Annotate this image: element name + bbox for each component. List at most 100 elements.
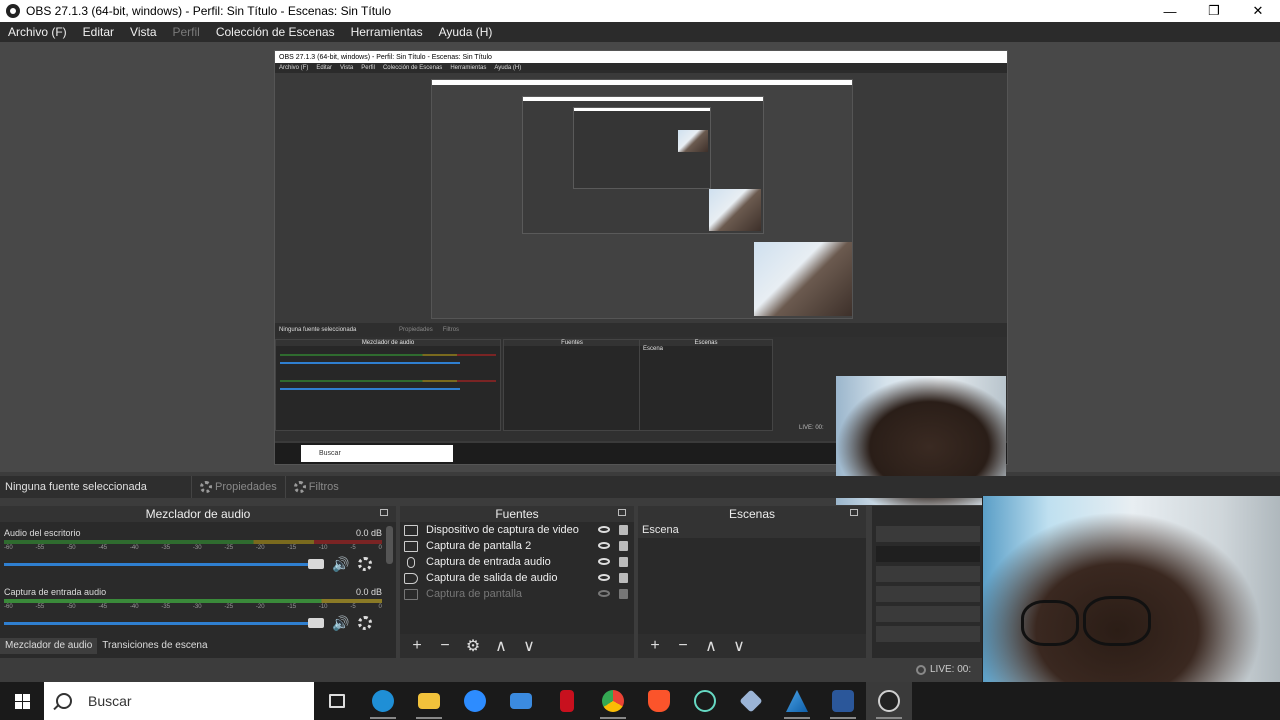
gear-icon[interactable] <box>358 557 372 571</box>
task-view-button[interactable] <box>314 682 360 720</box>
mail-button[interactable] <box>498 682 544 720</box>
move-up-button[interactable]: ∧ <box>700 636 722 656</box>
control-button[interactable] <box>876 586 980 602</box>
move-down-button[interactable]: ∨ <box>728 636 750 656</box>
control-button[interactable] <box>876 526 980 542</box>
control-button[interactable] <box>876 606 980 622</box>
scene-item[interactable]: Escena <box>638 522 866 538</box>
virtualbox-button[interactable] <box>728 682 774 720</box>
source-item[interactable]: Captura de entrada audio <box>400 554 634 570</box>
filters-button[interactable]: Filtros <box>284 476 347 498</box>
nested-sources-title: Fuentes <box>504 340 640 346</box>
menu-archivo[interactable]: Archivo (F) <box>0 25 75 39</box>
source-item[interactable]: Dispositivo de captura de video <box>400 522 634 538</box>
edge-button[interactable] <box>360 682 406 720</box>
speaker-icon[interactable]: 🔊 <box>332 616 350 630</box>
tab-audio-mixer[interactable]: Mezclador de audio <box>0 638 98 654</box>
mixer-channel-desktop: Audio del escritorio 0.0 dB -60 -55 -50 -45… <box>4 528 382 572</box>
tick: 0 <box>378 604 382 610</box>
float-dock-icon[interactable] <box>850 509 858 516</box>
move-up-button[interactable]: ∧ <box>490 636 512 656</box>
control-button[interactable] <box>876 546 980 562</box>
eye-icon[interactable] <box>598 542 610 549</box>
add-source-button[interactable]: + <box>406 637 428 655</box>
remove-scene-button[interactable]: − <box>672 637 694 655</box>
tick: -20 <box>255 545 265 551</box>
menu-editar[interactable]: Editar <box>75 25 122 39</box>
minimize-button[interactable]: — <box>1148 4 1192 19</box>
restore-button[interactable]: ❐ <box>1192 3 1236 19</box>
float-dock-icon[interactable] <box>618 509 626 516</box>
channel-name: Captura de entrada audio <box>4 587 107 597</box>
control-button[interactable] <box>876 566 980 582</box>
source-item[interactable]: Captura de pantalla 2 <box>400 538 634 554</box>
menu-coleccion-escenas[interactable]: Colección de Escenas <box>208 25 343 39</box>
eye-hidden-icon[interactable] <box>598 590 610 597</box>
control-button[interactable] <box>876 626 980 642</box>
search-icon <box>56 693 72 709</box>
taskbar-search[interactable]: Buscar <box>44 682 314 720</box>
window-title-bar: OBS 27.1.3 (64-bit, windows) - Perfil: S… <box>0 0 1280 22</box>
preview-canvas[interactable]: OBS 27.1.3 (64-bit, windows) - Perfil: S… <box>0 42 1280 505</box>
window-title: OBS 27.1.3 (64-bit, windows) - Perfil: S… <box>26 4 392 18</box>
menu-ayuda[interactable]: Ayuda (H) <box>431 25 501 39</box>
slider-handle[interactable] <box>308 617 324 628</box>
glasses-right <box>1083 596 1151 646</box>
eye-icon[interactable] <box>598 558 610 565</box>
eye-icon[interactable] <box>598 526 610 533</box>
lock-icon[interactable] <box>619 573 628 583</box>
nested-scene-item: Escena <box>643 346 664 352</box>
file-explorer-button[interactable] <box>406 682 452 720</box>
volume-slider[interactable] <box>4 617 324 628</box>
source-item[interactable]: Captura de pantalla <box>400 586 634 602</box>
zoom-button[interactable] <box>452 682 498 720</box>
mixer-scrollbar[interactable] <box>386 526 393 564</box>
zoom-icon <box>464 690 486 712</box>
nested-mixer-title: Mezclador de audio <box>276 340 500 346</box>
menu-herramientas[interactable]: Herramientas <box>343 25 431 39</box>
menu-perfil[interactable]: Perfil <box>165 25 208 39</box>
speaker-icon[interactable]: 🔊 <box>332 557 350 571</box>
obs-button[interactable] <box>866 682 912 720</box>
close-button[interactable]: ✕ <box>1236 3 1280 19</box>
netflix-button[interactable] <box>544 682 590 720</box>
atom-button[interactable] <box>682 682 728 720</box>
lock-icon[interactable] <box>619 589 628 599</box>
tick: -15 <box>287 604 297 610</box>
volume-slider[interactable] <box>4 558 324 569</box>
lock-icon[interactable] <box>619 541 628 551</box>
move-down-button[interactable]: ∨ <box>518 636 540 656</box>
gear-icon[interactable] <box>358 616 372 630</box>
lock-icon[interactable] <box>619 525 628 535</box>
eye-icon[interactable] <box>598 574 610 581</box>
nested-menu-item: Editar <box>316 65 333 71</box>
channel-name: Audio del escritorio <box>4 528 81 538</box>
mail-icon <box>510 693 532 709</box>
lock-icon[interactable] <box>619 557 628 567</box>
tick: -45 <box>98 545 108 551</box>
edge-icon <box>372 690 394 712</box>
filter-icon <box>293 481 306 493</box>
start-button[interactable] <box>0 682 44 720</box>
chrome-icon <box>602 690 624 712</box>
nested-no-source: Ninguna fuente seleccionada <box>279 327 357 333</box>
glasses-left <box>1021 600 1079 646</box>
nested-menu-bar: Archivo (F) Editar Vista Perfil Colecció… <box>275 63 1007 73</box>
nested-webcam-thumb <box>678 130 708 152</box>
search-placeholder: Buscar <box>88 693 132 709</box>
remove-source-button[interactable]: − <box>434 637 456 655</box>
filters-label: Filtros <box>308 481 339 493</box>
azure-button[interactable] <box>774 682 820 720</box>
add-scene-button[interactable]: + <box>644 637 666 655</box>
properties-button[interactable]: Propiedades <box>191 476 285 498</box>
source-item[interactable]: Captura de salida de audio <box>400 570 634 586</box>
menu-vista[interactable]: Vista <box>122 25 164 39</box>
chrome-button[interactable] <box>590 682 636 720</box>
float-dock-icon[interactable] <box>380 509 388 516</box>
slider-handle[interactable] <box>308 558 324 569</box>
brave-button[interactable] <box>636 682 682 720</box>
meter-ticks: -60 -55 -50 -45 -40 -35 -30 -25 -20 -15 -10 -5 0 <box>4 604 382 612</box>
word-button[interactable] <box>820 682 866 720</box>
source-properties-button[interactable]: ⚙ <box>462 636 484 656</box>
tab-scene-transitions[interactable]: Transiciones de escena <box>97 638 212 654</box>
